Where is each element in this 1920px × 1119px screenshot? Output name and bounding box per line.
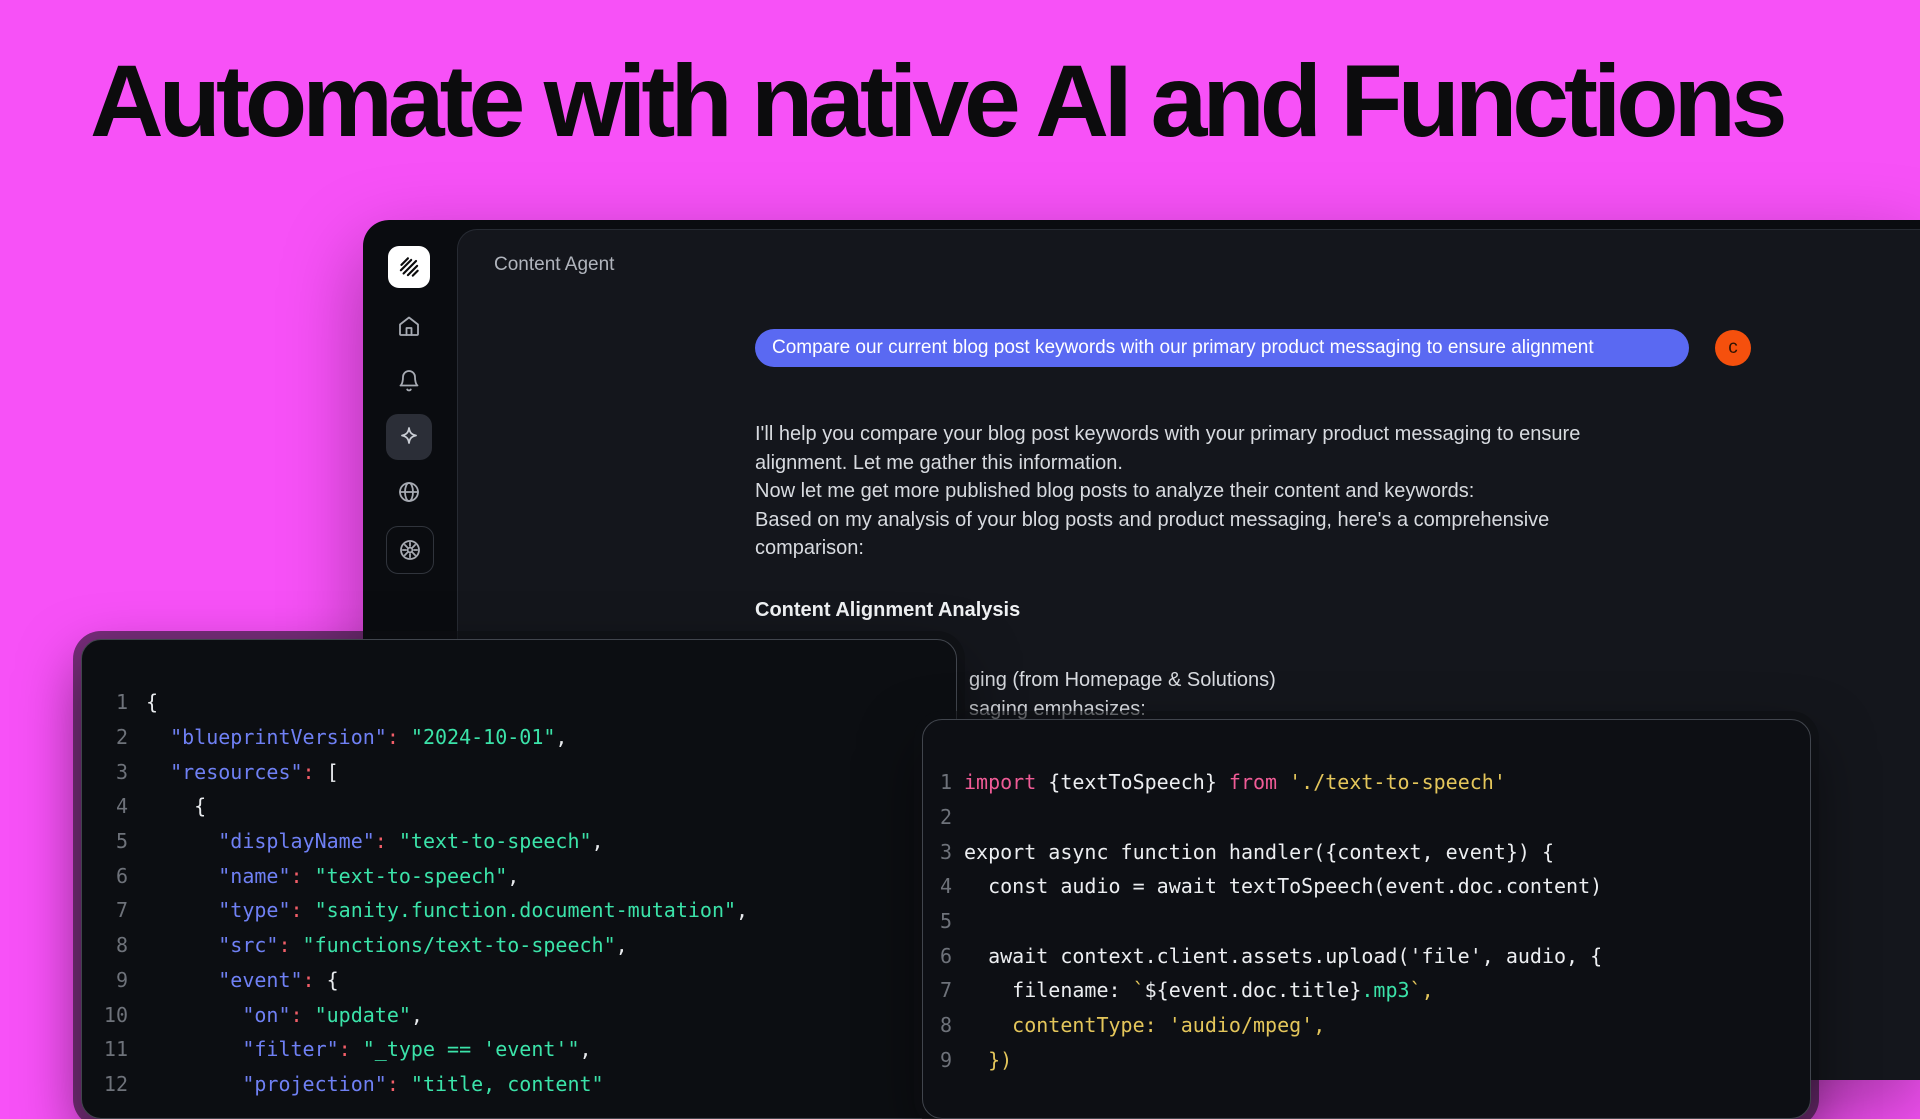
sidebar-item-ai-assist[interactable] bbox=[386, 414, 432, 460]
code-line: 2 bbox=[939, 800, 1810, 835]
js-editor-window: 1 import {textToSpeech} from './text-to-s… bbox=[922, 719, 1811, 1119]
code-line: 4 const audio = await textToSpeech(event… bbox=[939, 869, 1810, 904]
code-line: 3 export async function handler({context,… bbox=[939, 834, 1810, 869]
code-line: 10 "on": "update", bbox=[102, 997, 956, 1032]
code-text: contentType: 'audio/mpeg', bbox=[964, 1013, 1325, 1037]
user-avatar: c bbox=[1715, 330, 1751, 366]
code-line: 8 "src": "functions/text-to-speech", bbox=[102, 928, 956, 963]
code-text: export async function handler({context, … bbox=[964, 840, 1554, 864]
code-text: "src": "functions/text-to-speech", bbox=[146, 933, 628, 957]
code-line: 3 "resources": [ bbox=[102, 754, 956, 789]
assistant-line: comparison: bbox=[755, 534, 1580, 563]
code-text: "name": "text-to-speech", bbox=[146, 864, 519, 888]
line-number: 9 bbox=[102, 968, 128, 992]
line-number: 6 bbox=[939, 944, 952, 968]
assistant-line-partial: saging emphasizes: bbox=[969, 698, 1146, 721]
code-text: const audio = await textToSpeech(event.d… bbox=[964, 874, 1602, 898]
code-line: 7 filename: `${event.doc.title}.mp3`, bbox=[939, 973, 1810, 1008]
line-number: 9 bbox=[939, 1048, 952, 1072]
line-number: 8 bbox=[939, 1013, 952, 1037]
code-text: "resources": [ bbox=[146, 760, 339, 784]
line-number: 6 bbox=[102, 864, 128, 888]
sanity-logo-icon bbox=[396, 254, 422, 280]
code-text: import {textToSpeech} from './text-to-sp… bbox=[964, 770, 1506, 794]
line-number: 7 bbox=[939, 978, 952, 1002]
media-reel-icon bbox=[398, 538, 422, 562]
line-number: 5 bbox=[102, 829, 128, 853]
sanity-logo[interactable] bbox=[388, 246, 430, 288]
line-number: 11 bbox=[102, 1037, 128, 1061]
code-text: "blueprintVersion": "2024-10-01", bbox=[146, 725, 567, 749]
line-number: 4 bbox=[939, 874, 952, 898]
sparkle-icon bbox=[397, 425, 421, 449]
code-text: "displayName": "text-to-speech", bbox=[146, 829, 604, 853]
line-number: 3 bbox=[939, 840, 952, 864]
sidebar-item-home[interactable] bbox=[397, 314, 421, 338]
code-line: 12 "projection": "title, content" bbox=[102, 1067, 956, 1102]
assistant-line: I'll help you compare your blog post key… bbox=[755, 420, 1580, 449]
sidebar-item-notifications[interactable] bbox=[397, 369, 421, 393]
assistant-message: I'll help you compare your blog post key… bbox=[755, 420, 1580, 563]
code-line: 5 bbox=[939, 904, 1810, 939]
code-line: 6 "name": "text-to-speech", bbox=[102, 858, 956, 893]
code-text: "type": "sanity.function.document-mutati… bbox=[146, 898, 748, 922]
code-line: 1{ bbox=[102, 685, 956, 720]
code-text: { bbox=[146, 794, 206, 818]
code-line: 9 "event": { bbox=[102, 963, 956, 998]
code-line: 6 await context.client.assets.upload('fi… bbox=[939, 938, 1810, 973]
assistant-line: Now let me get more published blog posts… bbox=[755, 477, 1580, 506]
line-number: 4 bbox=[102, 794, 128, 818]
code-text: "filter": "_type == 'event'", bbox=[146, 1037, 592, 1061]
code-line: 7 "type": "sanity.function.document-muta… bbox=[102, 893, 956, 928]
code-line: 8 contentType: 'audio/mpeg', bbox=[939, 1008, 1810, 1043]
line-number: 12 bbox=[102, 1072, 128, 1096]
assistant-line-partial: ging (from Homepage & Solutions) bbox=[969, 669, 1276, 692]
globe-icon bbox=[397, 480, 421, 504]
code-line: 4 { bbox=[102, 789, 956, 824]
home-icon bbox=[397, 314, 421, 338]
bell-icon bbox=[397, 369, 421, 393]
code-text: }) bbox=[964, 1048, 1012, 1072]
panel-title: Content Agent bbox=[494, 254, 614, 276]
json-editor-window: 1{2 "blueprintVersion": "2024-10-01",3 "… bbox=[81, 639, 957, 1119]
line-number: 10 bbox=[102, 1003, 128, 1027]
code-line: 9 }) bbox=[939, 1043, 1810, 1078]
code-text: await context.client.assets.upload('file… bbox=[964, 944, 1602, 968]
line-number: 1 bbox=[102, 690, 128, 714]
line-number: 7 bbox=[102, 898, 128, 922]
code-text: "event": { bbox=[146, 968, 339, 992]
code-text: filename: `${event.doc.title}.mp3`, bbox=[964, 978, 1434, 1002]
code-line: 1 import {textToSpeech} from './text-to-s… bbox=[939, 765, 1810, 800]
line-number: 8 bbox=[102, 933, 128, 957]
code-text: "on": "update", bbox=[146, 1003, 423, 1027]
line-number: 5 bbox=[939, 909, 952, 933]
page-title: Automate with native AI and Functions bbox=[90, 48, 1850, 155]
code-line: 11 "filter": "_type == 'event'", bbox=[102, 1032, 956, 1067]
code-line: 5 "displayName": "text-to-speech", bbox=[102, 824, 956, 859]
line-number: 2 bbox=[102, 725, 128, 749]
assistant-line: Based on my analysis of your blog posts … bbox=[755, 506, 1580, 535]
analysis-heading: Content Alignment Analysis bbox=[755, 599, 1020, 622]
sidebar-item-media-library[interactable] bbox=[386, 526, 434, 574]
sidebar-item-globe[interactable] bbox=[397, 480, 421, 504]
line-number: 1 bbox=[939, 770, 952, 794]
user-message-bubble: Compare our current blog post keywords w… bbox=[755, 329, 1689, 367]
code-text: { bbox=[146, 690, 158, 714]
code-line: 2 "blueprintVersion": "2024-10-01", bbox=[102, 720, 956, 755]
code-text: "projection": "title, content" bbox=[146, 1072, 604, 1096]
assistant-line: alignment. Let me gather this informatio… bbox=[755, 449, 1580, 478]
line-number: 2 bbox=[939, 805, 952, 829]
line-number: 3 bbox=[102, 760, 128, 784]
